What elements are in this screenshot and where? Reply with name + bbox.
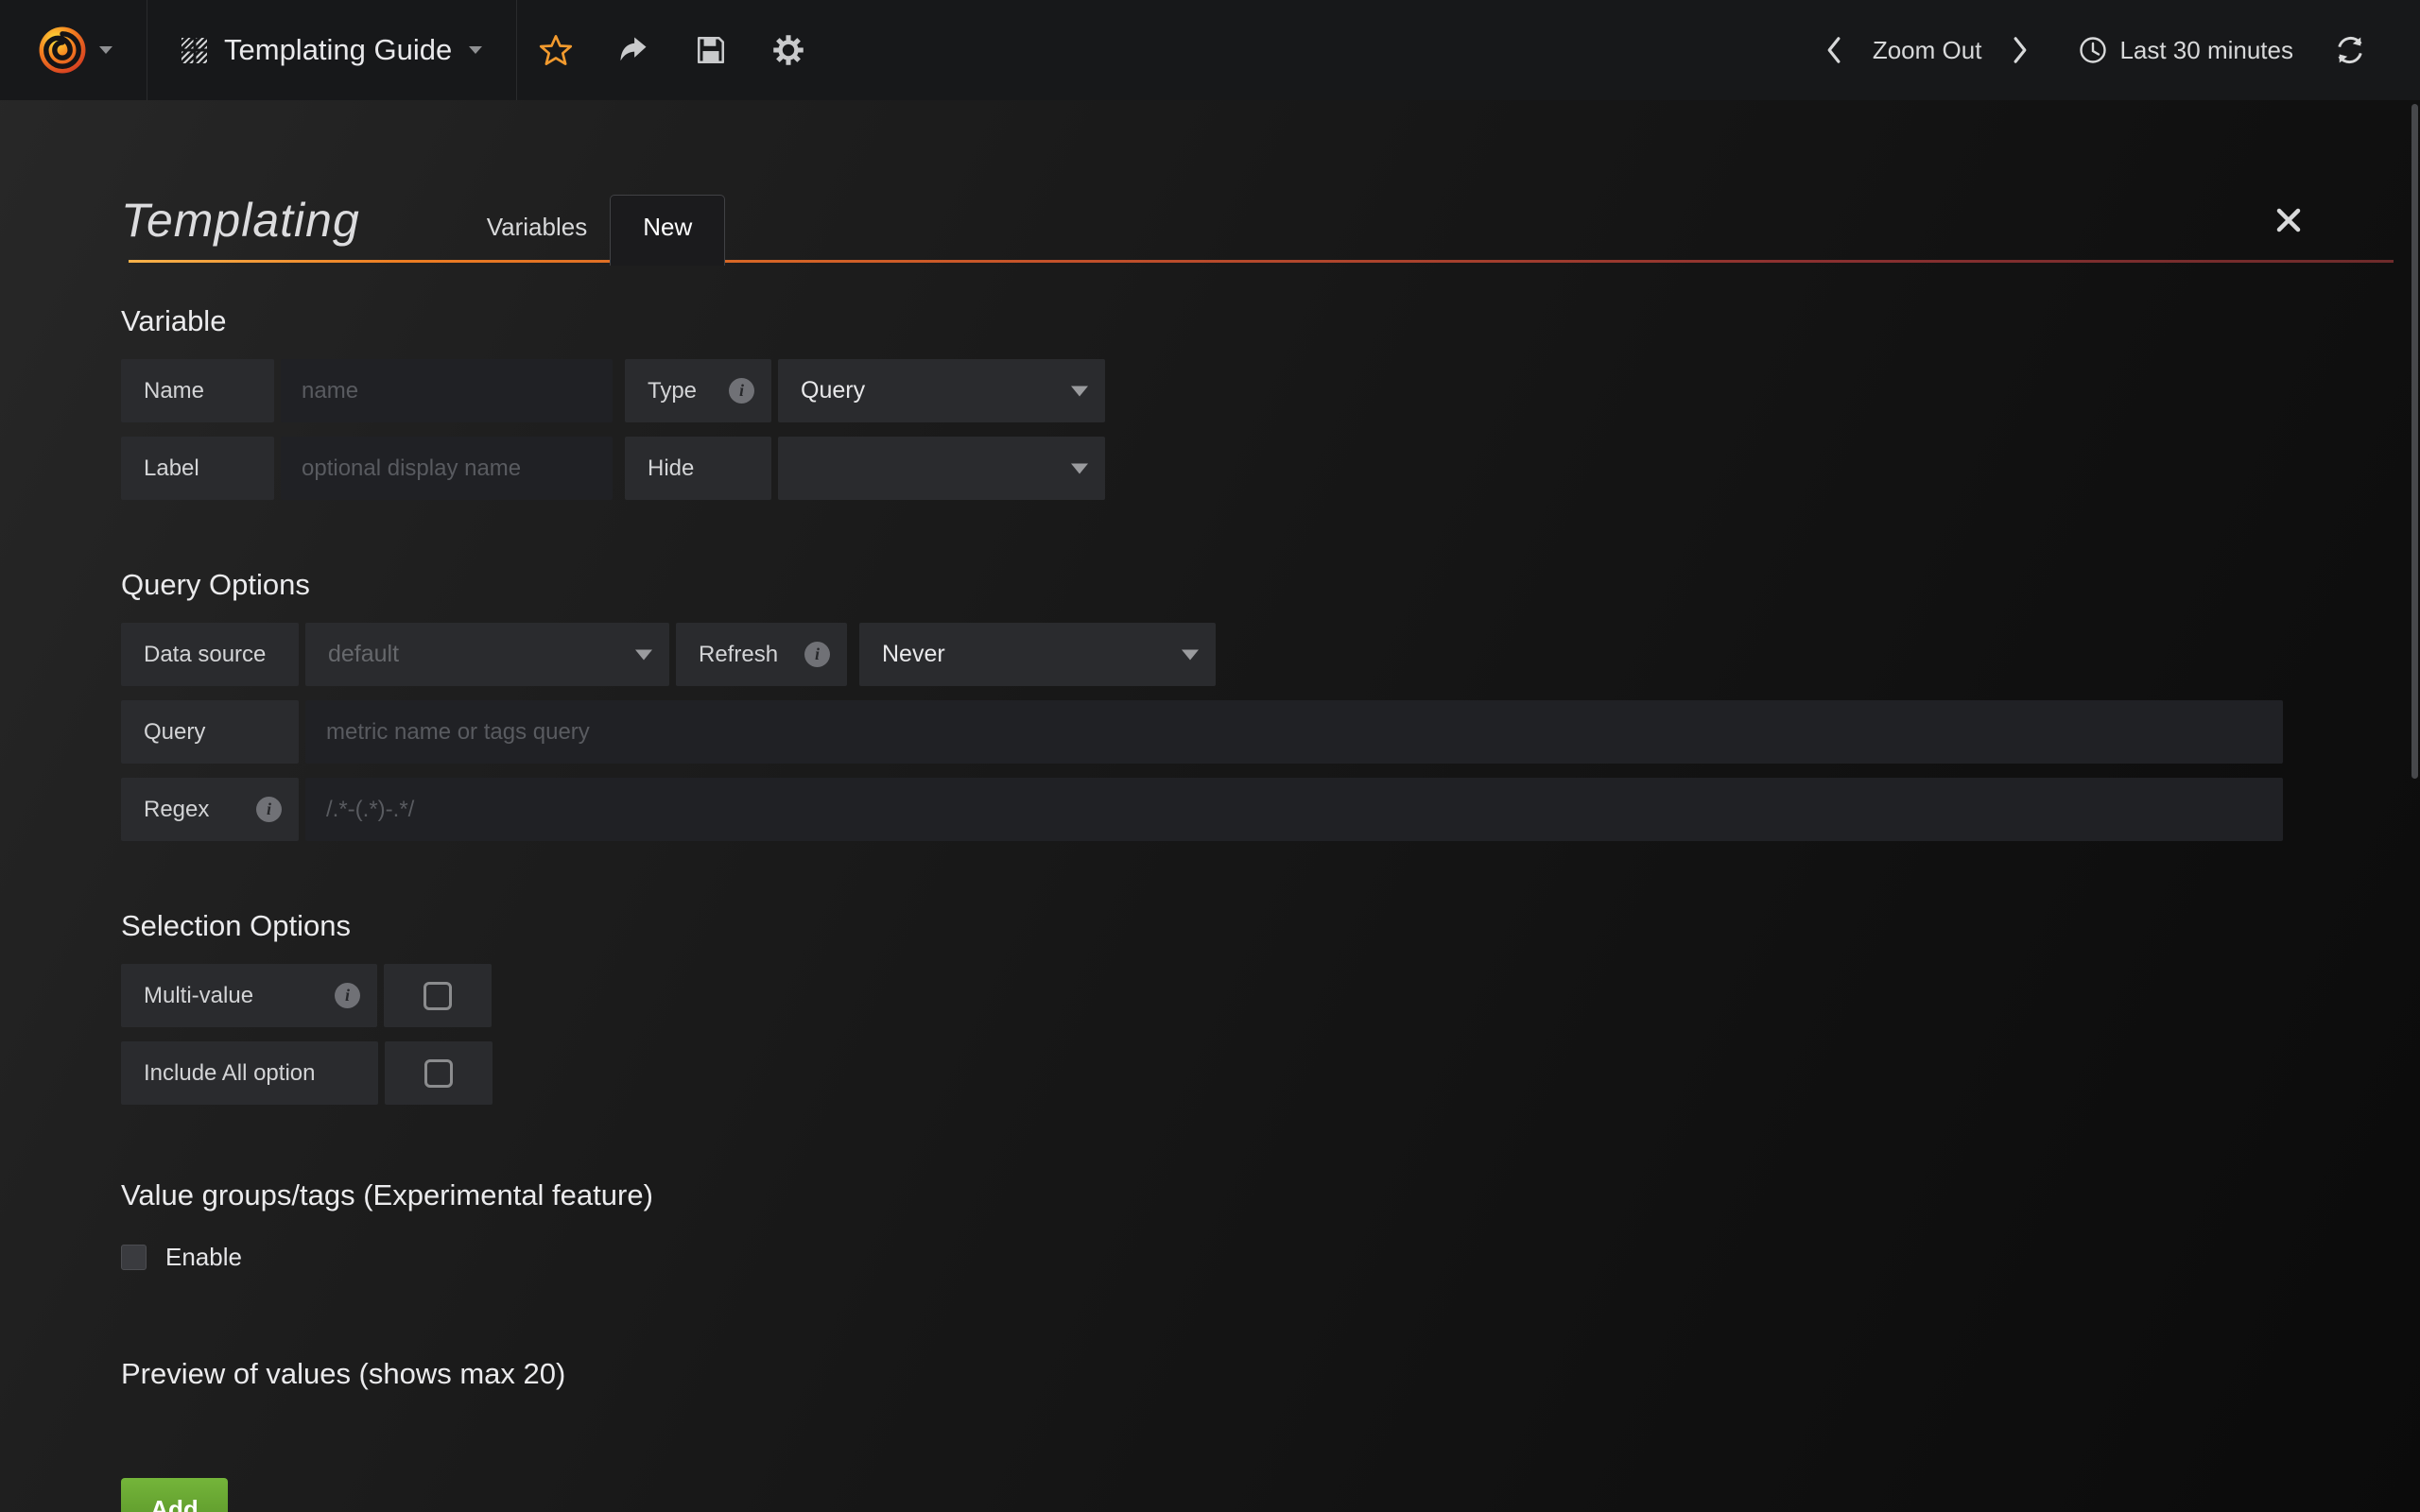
regex-label-text: Regex xyxy=(144,797,209,823)
star-icon xyxy=(539,33,573,67)
name-label: Name xyxy=(121,359,274,422)
refresh-select-value: Never xyxy=(882,641,945,668)
caret-down-icon xyxy=(469,46,482,54)
save-icon xyxy=(695,34,727,66)
close-icon xyxy=(2274,206,2303,234)
multi-value-label-text: Multi-value xyxy=(144,983,253,1009)
query-input[interactable] xyxy=(305,700,2283,764)
gear-icon xyxy=(771,33,805,67)
data-source-select[interactable]: default xyxy=(305,623,669,686)
variable-name-row: Name Type i Query xyxy=(121,359,2299,422)
grafana-main-menu[interactable] xyxy=(0,0,147,100)
save-button[interactable] xyxy=(672,0,750,100)
multi-value-label: Multi-value i xyxy=(121,964,377,1027)
include-all-label: Include All option xyxy=(121,1041,378,1105)
chevron-left-icon xyxy=(1822,34,1846,66)
star-button[interactable] xyxy=(517,0,595,100)
hide-label: Hide xyxy=(625,437,771,500)
type-select[interactable]: Query xyxy=(778,359,1105,422)
caret-down-icon xyxy=(1182,649,1199,660)
refresh-label-text: Refresh xyxy=(699,642,778,668)
tab-variables[interactable]: Variables xyxy=(464,196,610,263)
page-title: Templating xyxy=(121,193,360,263)
templating-settings-panel: Templating Variables New Variable Name T… xyxy=(0,100,2420,1512)
datasource-row: Data source default Refresh i Never xyxy=(121,623,2299,686)
include-all-checkbox[interactable] xyxy=(385,1041,493,1105)
type-label-text: Type xyxy=(648,378,697,404)
regex-input[interactable] xyxy=(305,778,2283,841)
enable-row: Enable xyxy=(121,1243,2299,1272)
info-icon[interactable]: i xyxy=(729,378,754,404)
include-all-row: Include All option xyxy=(121,1041,2299,1105)
zoom-out-button[interactable]: Zoom Out xyxy=(1863,36,1992,65)
info-icon[interactable]: i xyxy=(335,983,360,1008)
settings-button[interactable] xyxy=(750,0,827,100)
checkbox-icon xyxy=(424,982,452,1010)
add-button[interactable]: Add xyxy=(121,1478,228,1512)
label-input[interactable] xyxy=(281,437,613,500)
value-groups-section-title: Value groups/tags (Experimental feature) xyxy=(121,1178,2299,1212)
caret-down-icon xyxy=(1071,463,1088,473)
variable-label-row: Label Hide xyxy=(121,437,2299,500)
hide-select[interactable] xyxy=(778,437,1105,500)
enable-checkbox[interactable] xyxy=(121,1245,147,1270)
refresh-label: Refresh i xyxy=(676,623,847,686)
multi-value-row: Multi-value i xyxy=(121,964,2299,1027)
vertical-scrollbar-thumb[interactable] xyxy=(2411,104,2418,779)
navbar-right-controls: Zoom Out Last 30 minutes xyxy=(1805,0,2420,100)
grafana-logo-icon xyxy=(35,23,90,77)
regex-row: Regex i xyxy=(121,778,2299,841)
selection-options-section-title: Selection Options xyxy=(121,909,2299,943)
dashboard-grid-icon xyxy=(182,38,207,63)
preview-section-title: Preview of values (shows max 20) xyxy=(121,1357,2299,1391)
query-label: Query xyxy=(121,700,299,764)
refresh-select[interactable]: Never xyxy=(859,623,1216,686)
checkbox-icon xyxy=(424,1059,453,1088)
chevron-right-icon xyxy=(2008,34,2032,66)
tab-new[interactable]: New xyxy=(610,195,725,266)
data-source-value: default xyxy=(328,641,399,668)
info-icon[interactable]: i xyxy=(256,797,282,822)
info-icon[interactable]: i xyxy=(804,642,830,667)
time-range-picker[interactable]: Last 30 minutes xyxy=(2078,35,2293,65)
name-input[interactable] xyxy=(281,359,613,422)
refresh-icon xyxy=(2333,33,2367,67)
label-label: Label xyxy=(121,437,274,500)
type-label: Type i xyxy=(625,359,771,422)
time-shift-forward-button[interactable] xyxy=(1991,34,2049,66)
caret-down-icon xyxy=(99,46,112,54)
caret-down-icon xyxy=(635,649,652,660)
top-navbar: Templating Guide xyxy=(0,0,2420,100)
dashboard-title: Templating Guide xyxy=(224,33,452,67)
query-options-section-title: Query Options xyxy=(121,568,2299,602)
refresh-button[interactable] xyxy=(2333,33,2367,67)
data-source-label: Data source xyxy=(121,623,299,686)
time-range-label: Last 30 minutes xyxy=(2119,36,2293,65)
settings-header: Templating Variables New xyxy=(121,100,2299,263)
hide-label-text: Hide xyxy=(648,455,694,482)
include-all-label-text: Include All option xyxy=(144,1060,315,1087)
clock-icon xyxy=(2078,35,2108,65)
share-button[interactable] xyxy=(595,0,672,100)
caret-down-icon xyxy=(1071,386,1088,396)
dashboard-picker[interactable]: Templating Guide xyxy=(147,0,517,100)
regex-label: Regex i xyxy=(121,778,299,841)
share-icon xyxy=(616,33,650,67)
close-button[interactable] xyxy=(2274,206,2303,234)
query-row: Query xyxy=(121,700,2299,764)
type-select-value: Query xyxy=(801,377,865,404)
variable-section-title: Variable xyxy=(121,304,2299,338)
enable-label: Enable xyxy=(165,1243,242,1272)
tab-bar: Variables New xyxy=(464,195,725,263)
multi-value-checkbox[interactable] xyxy=(384,964,492,1027)
time-shift-back-button[interactable] xyxy=(1805,34,1863,66)
